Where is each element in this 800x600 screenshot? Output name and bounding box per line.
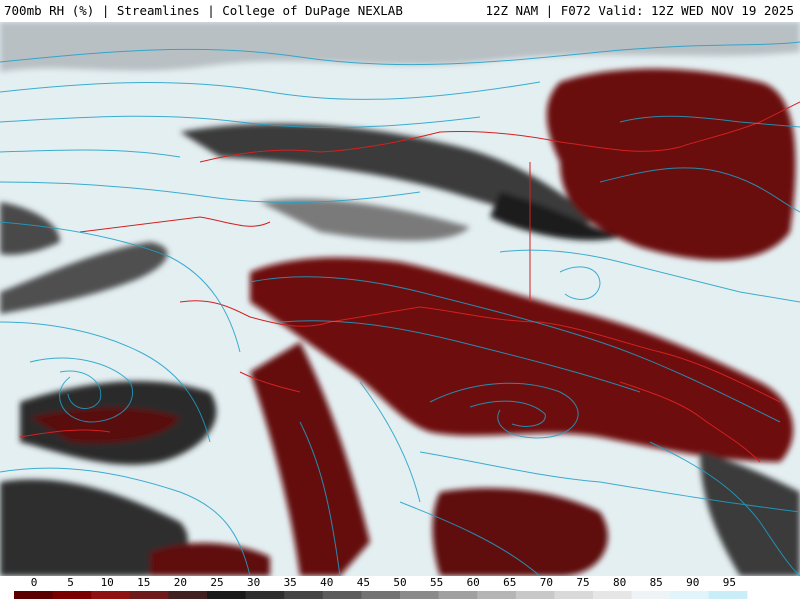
legend-tick-35: 35 — [283, 576, 297, 589]
colorbar-segment — [322, 591, 362, 599]
legend-tick-45: 45 — [356, 576, 371, 589]
colorbar-segment — [670, 591, 710, 599]
colorbar-segment — [554, 591, 594, 599]
legend-tick-95: 95 — [722, 576, 737, 589]
legend-tick-60: 60 — [466, 576, 480, 589]
title-bar: 700mb RH (%) | Streamlines | College of … — [0, 0, 800, 22]
legend-tick-5: 5 — [67, 576, 74, 589]
colorbar-segment — [207, 591, 247, 599]
colorbar-segment — [91, 591, 131, 599]
colorbar-segment — [361, 591, 401, 599]
color-bar — [14, 591, 786, 599]
legend-tick-65: 65 — [503, 576, 517, 589]
weather-map — [0, 22, 800, 576]
legend-tick-70: 70 — [539, 576, 554, 589]
colorbar-segment — [14, 591, 54, 599]
legend-tick-10: 10 — [100, 576, 114, 589]
legend-tick-20: 20 — [173, 576, 188, 589]
product-title: 700mb RH (%) | Streamlines | College of … — [4, 3, 403, 18]
colorbar-segment — [515, 591, 555, 599]
colorbar-segment — [631, 591, 671, 599]
legend-tick-85: 85 — [649, 576, 663, 589]
rh-streamline-map — [0, 22, 800, 576]
legend-tick-labels: 0 5 10 15 20 25 30 35 40 45 50 55 60 65 70 75 80 85 90 95 — [0, 576, 800, 590]
color-legend: 0 5 10 15 20 25 30 35 40 45 50 55 60 65 70 75 80 85 90 95 — [0, 576, 800, 600]
legend-tick-15: 15 — [137, 576, 151, 589]
colorbar-segment — [284, 591, 324, 599]
colorbar-segment — [52, 591, 92, 599]
colorbar-segment — [168, 591, 208, 599]
colorbar-segment — [245, 591, 285, 599]
colorbar-segment — [593, 591, 633, 599]
legend-tick-0: 0 — [30, 576, 38, 589]
colorbar-segment — [400, 591, 440, 599]
legend-tick-30: 30 — [246, 576, 261, 589]
colorbar-segment — [477, 591, 517, 599]
model-run-valid-time: 12Z NAM | F072 Valid: 12Z WED NOV 19 202… — [485, 3, 794, 18]
legend-tick-80: 80 — [612, 576, 627, 589]
legend-tick-75: 75 — [576, 576, 590, 589]
legend-tick-55: 55 — [429, 576, 444, 589]
colorbar-segment — [438, 591, 478, 599]
legend-tick-40: 40 — [320, 576, 334, 589]
colorbar-segment — [747, 591, 786, 599]
legend-tick-90: 90 — [686, 576, 700, 589]
legend-tick-50: 50 — [393, 576, 407, 589]
legend-tick-25: 25 — [210, 576, 224, 589]
colorbar-segment — [708, 591, 748, 599]
colorbar-segment — [129, 591, 169, 599]
